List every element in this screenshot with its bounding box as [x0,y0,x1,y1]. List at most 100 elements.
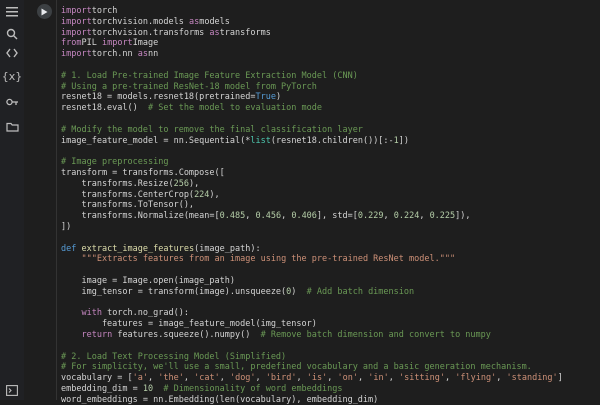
code-token: import [61,27,92,38]
code-token: (image_path): [194,243,261,254]
code-token: , [219,373,230,384]
code-line[interactable]: return features.squeeze().numpy() # Remo… [61,330,563,341]
code-line[interactable]: # For simplicity, we'll use a small, pre… [61,362,563,373]
code-token: as [188,16,200,27]
code-token: extract_image_features [81,243,195,254]
code-line[interactable]: resnet18 = models.resnet18(pretrained=Tr… [61,92,563,103]
code-line[interactable]: importtorchvision.transforms astransform… [61,28,563,39]
code-token: 0.229 [357,211,384,222]
code-token: torch.nn [91,49,138,60]
code-token: 0.406 [291,211,317,222]
code-line[interactable]: image = Image.open(image_path) [61,276,563,287]
code-token: 'the' [158,373,184,384]
code-line[interactable]: # Using a pre-trained ResNet-18 model fr… [61,82,563,93]
code-token: ), [209,189,220,200]
code-line[interactable]: ]) [61,222,563,233]
search-icon[interactable] [4,26,20,42]
code-line[interactable]: """Extracts features from an image using… [61,254,563,265]
code-token: 'sitting' [398,373,446,384]
code-line[interactable] [61,265,563,276]
code-token: features = image_feature_model(img_tenso… [61,319,317,330]
code-line[interactable] [61,114,563,125]
code-token: """Extracts features from an image using… [81,254,456,265]
code-line[interactable]: # 2. Load Text Processing Model (Simplif… [61,352,563,363]
code-line[interactable] [61,298,563,309]
code-line[interactable]: img_tensor = transform(image).unsqueeze(… [61,287,563,298]
code-token: # 1. Load Pre-trained Image Feature Extr… [61,70,358,81]
folder-icon[interactable] [4,119,20,135]
code-line[interactable]: importtorch.nn asnn [61,49,563,60]
code-line[interactable]: with torch.no_grad(): [61,308,563,319]
code-line[interactable]: importtorchvision.models asmodels [61,17,563,28]
code-token: transforms.CenterCrop( [61,189,195,200]
variables-icon[interactable]: {x} [2,68,23,84]
code-token: ]) [61,221,72,232]
code-line[interactable]: vocabulary = ['a', 'the', 'cat', 'dog', … [61,373,563,384]
code-token: # Set the model to evaluation mode [148,103,322,114]
code-line[interactable]: # Modify the model to remove the final c… [61,125,563,136]
code-token: # Using a pre-trained ResNet-18 model fr… [61,81,317,92]
code-token: nn [148,49,159,60]
code-line[interactable]: fromPIL importImage [61,38,563,49]
terminal-icon[interactable] [4,382,20,398]
code-token: 'on' [337,373,358,384]
code-token: # 2. Load Text Processing Model (Simplif… [61,351,287,362]
code-line[interactable]: transforms.Resize(256), [61,179,563,190]
code-token: , [445,373,456,384]
code-token: , [281,211,292,222]
code-token: vocabulary = [ [61,373,133,384]
code-token: PIL [81,38,102,49]
code-token: 'a' [132,373,149,384]
code-token: , [496,373,507,384]
code-token: 0.224 [393,211,420,222]
code-line[interactable]: # 1. Load Pre-trained Image Feature Extr… [61,71,563,82]
code-token: import [61,49,92,60]
code-line[interactable]: features = image_feature_model(img_tenso… [61,319,563,330]
code-line[interactable]: image_feature_model = nn.Sequential(*lis… [61,136,563,147]
code-token: torchvision.models [91,16,189,27]
code-token: Image [132,38,159,49]
code-line[interactable]: # Image preprocessing [61,157,563,168]
code-token: # For simplicity, we'll use a small, pre… [61,362,532,373]
left-sidebar: {x} [0,0,25,400]
code-token: return [81,329,113,340]
code-line[interactable]: transforms.CenterCrop(224), [61,190,563,201]
code-token: 'flying' [455,373,497,384]
code-token: resnet18.eval() [61,103,148,114]
code-line[interactable]: transforms.Normalize(mean=[0.485, 0.456,… [61,211,563,222]
code-line[interactable]: embedding_dim = 10 # Dimensionality of w… [61,384,563,395]
code-token: 'standing' [506,373,558,384]
code-token: # Add batch dimension [306,286,415,297]
code-line[interactable]: transform = transforms.Compose([ [61,168,563,179]
code-token: transforms.Normalize(mean=[ [61,211,220,222]
code-token: import [101,38,133,49]
code-line[interactable] [61,60,563,71]
code-line[interactable]: transforms.ToTensor(), [61,200,563,211]
menu-icon[interactable] [4,4,20,20]
code-token: torchvision.transforms [91,27,210,38]
code-block[interactable]: importtorch importtorchvision.models asmo… [61,6,563,405]
code-token: torch.no_grad(): [101,308,189,319]
code-token: import [61,6,92,16]
code-line[interactable]: resnet18.eval() # Set the model to evalu… [61,103,563,114]
code-line[interactable]: def extract_image_features(image_path): [61,244,563,255]
code-token: , [419,211,430,222]
code-token: 'in' [368,373,389,384]
key-icon[interactable] [4,94,20,110]
run-cell-button[interactable] [37,4,52,19]
play-icon [41,8,48,15]
code-editor[interactable]: importtorch importtorchvision.models asmo… [56,0,600,405]
code-token: 'is' [306,373,328,384]
code-line[interactable] [61,233,563,244]
code-line[interactable] [61,146,563,157]
code-token: , [245,211,256,222]
code-icon[interactable] [4,45,20,61]
code-line[interactable] [61,341,563,352]
code-line[interactable]: importtorch [61,6,563,17]
code-token: ) [291,286,307,297]
code-token: with [81,308,102,319]
code-token: , [383,211,394,222]
code-token: , [183,373,195,384]
